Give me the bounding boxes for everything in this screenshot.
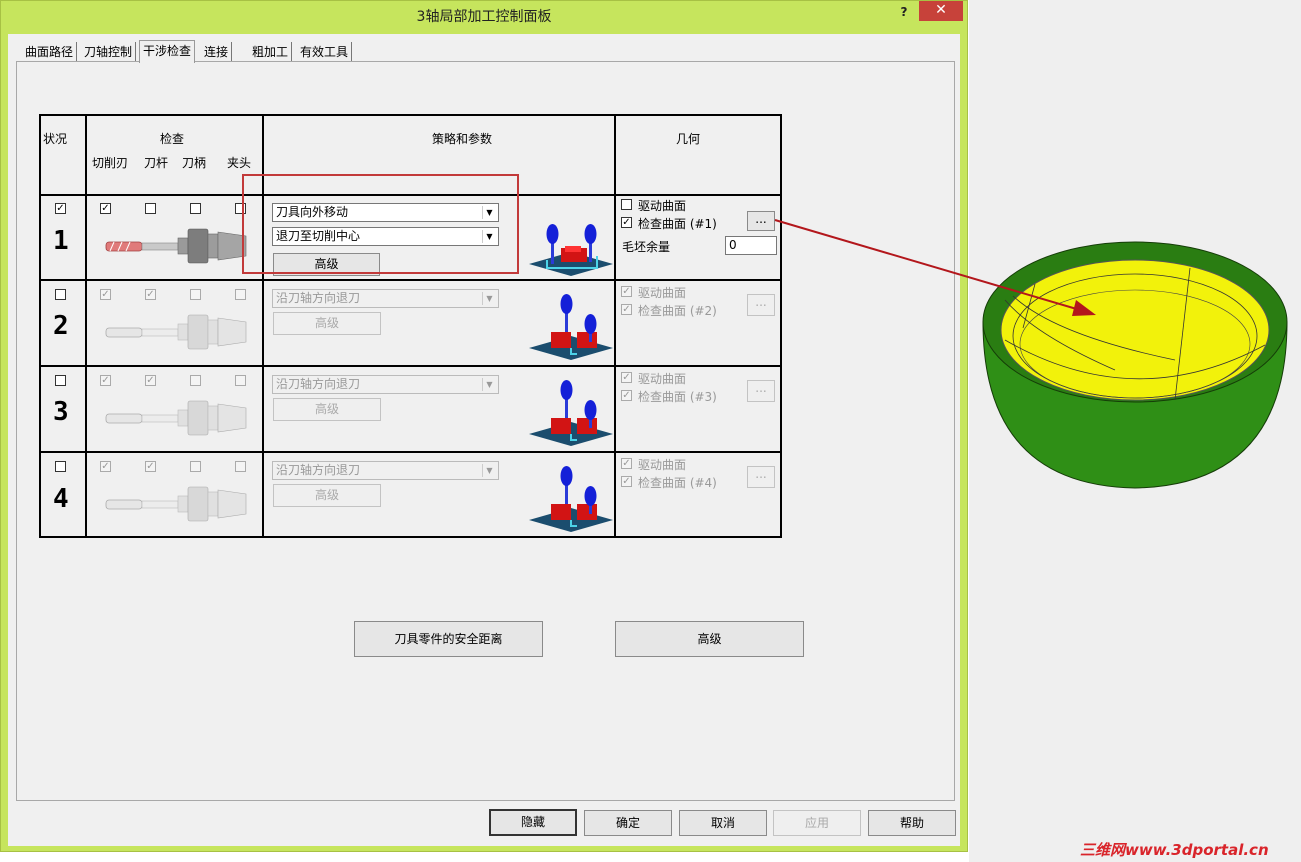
- grid-line: [39, 451, 782, 453]
- row1-drive-label: 驱动曲面: [638, 199, 687, 213]
- row4-check-cutter: ✓: [100, 461, 111, 472]
- watermark: 三维网www.3dportal.cn: [1080, 841, 1269, 859]
- row2-check-chuck: [235, 289, 246, 300]
- tool-image-inactive: [105, 314, 247, 350]
- row4-select-surface-button: ...: [747, 466, 775, 488]
- row3-strategy-value: 沿刀轴方向退刀: [276, 377, 361, 391]
- row3-drive-label: 驱动曲面: [638, 372, 687, 386]
- row4-check-shank: ✓: [145, 461, 156, 472]
- strategy-icon-row3: [529, 380, 613, 446]
- tool-image-inactive: [105, 486, 247, 522]
- row3-check-shank: ✓: [145, 375, 156, 386]
- row2-check-surface-label: 检查曲面 (#2): [638, 304, 717, 318]
- row1-status-checkbox[interactable]: ✓: [55, 203, 66, 214]
- row4-check-surface-label: 检查曲面 (#4): [638, 476, 717, 490]
- row3-strategy-select: 沿刀轴方向退刀 ▼: [272, 375, 499, 394]
- row4-drive-label: 驱动曲面: [638, 458, 687, 472]
- row3-select-surface-button: ...: [747, 380, 775, 402]
- row2-number: 2: [53, 311, 69, 341]
- strategy-icon-row4: [529, 466, 613, 532]
- row1-check-cutter[interactable]: ✓: [100, 203, 111, 214]
- grid-line: [39, 279, 782, 281]
- row4-strategy-value: 沿刀轴方向退刀: [276, 463, 361, 477]
- geometry-header: 几何: [676, 132, 701, 146]
- row3-advanced-button: 高级: [273, 398, 381, 421]
- row4-strategy-select: 沿刀轴方向退刀 ▼: [272, 461, 499, 480]
- row1-drive-checkbox[interactable]: [621, 199, 632, 210]
- clearance-distance-button[interactable]: 刀具零件的安全距离: [354, 621, 543, 657]
- status-header: 状况: [43, 132, 68, 146]
- panel-advanced-button[interactable]: 高级: [615, 621, 804, 657]
- row4-advanced-button: 高级: [273, 484, 381, 507]
- row1-check-holder[interactable]: [190, 203, 201, 214]
- row1-check-surface-label: 检查曲面 (#1): [638, 217, 717, 231]
- row2-check-surface-checkbox: ✓: [621, 304, 632, 315]
- row1-stock-label: 毛坯余量: [622, 240, 671, 254]
- sub-header-holder: 刀柄: [182, 156, 207, 170]
- row4-drive-checkbox: ✓: [621, 458, 632, 469]
- tab-roughing[interactable]: 粗加工: [249, 42, 293, 62]
- row4-status-checkbox[interactable]: [55, 461, 66, 472]
- row2-check-cutter: ✓: [100, 289, 111, 300]
- highlight-box: [242, 174, 519, 274]
- row1-number: 1: [53, 226, 69, 256]
- row2-strategy-value: 沿刀轴方向退刀: [276, 291, 361, 305]
- hide-button[interactable]: 隐藏: [489, 809, 577, 836]
- row3-check-surface-checkbox: ✓: [621, 390, 632, 401]
- row3-check-cutter: ✓: [100, 375, 111, 386]
- tool-image-inactive: [105, 400, 247, 436]
- row2-drive-label: 驱动曲面: [638, 286, 687, 300]
- row3-check-chuck: [235, 375, 246, 386]
- row3-drive-checkbox: ✓: [621, 372, 632, 383]
- row2-check-shank: ✓: [145, 289, 156, 300]
- strategy-icon-row1: [529, 224, 613, 276]
- row1-check-surface-checkbox[interactable]: ✓: [621, 217, 632, 228]
- row2-check-holder: [190, 289, 201, 300]
- row4-check-holder: [190, 461, 201, 472]
- tab-axis-control[interactable]: 刀轴控制: [81, 42, 137, 62]
- chevron-down-icon: ▼: [482, 378, 496, 391]
- apply-button: 应用: [773, 810, 861, 836]
- row4-number: 4: [53, 484, 69, 514]
- close-button[interactable]: ✕: [919, 1, 963, 21]
- cancel-button[interactable]: 取消: [679, 810, 767, 836]
- help-button[interactable]: 帮助: [868, 810, 956, 836]
- ok-button[interactable]: 确定: [584, 810, 672, 836]
- row2-advanced-button: 高级: [273, 312, 381, 335]
- window-title: 3轴局部加工控制面板: [416, 9, 552, 25]
- row4-check-chuck: [235, 461, 246, 472]
- arrow-annotation: [774, 219, 1096, 316]
- tool-image-active: [105, 228, 247, 264]
- grid-line: [39, 365, 782, 367]
- check-header: 检查: [160, 132, 185, 146]
- chevron-down-icon: ▼: [482, 292, 496, 305]
- tab-link[interactable]: 连接: [201, 42, 233, 62]
- row2-drive-checkbox: ✓: [621, 286, 632, 297]
- row3-check-holder: [190, 375, 201, 386]
- row2-status-checkbox[interactable]: [55, 289, 66, 300]
- tab-valid-tools[interactable]: 有效工具: [297, 42, 353, 62]
- help-title-button[interactable]: ?: [893, 2, 915, 22]
- strategy-icon-row2: [529, 294, 613, 360]
- row3-status-checkbox[interactable]: [55, 375, 66, 386]
- row2-strategy-select: 沿刀轴方向退刀 ▼: [272, 289, 499, 308]
- chevron-down-icon: ▼: [482, 464, 496, 477]
- sub-header-shank: 刀杆: [144, 156, 169, 170]
- row1-check-shank[interactable]: [145, 203, 156, 214]
- sub-header-cutter: 切削刃: [92, 156, 129, 170]
- row3-check-surface-label: 检查曲面 (#3): [638, 390, 717, 404]
- tab-collision-check[interactable]: 干涉检查: [139, 40, 196, 63]
- row3-number: 3: [53, 397, 69, 427]
- strategy-header: 策略和参数: [432, 132, 493, 146]
- row4-check-surface-checkbox: ✓: [621, 476, 632, 487]
- tab-surface-path[interactable]: 曲面路径: [22, 42, 78, 62]
- sub-header-chuck: 夹头: [227, 156, 252, 170]
- grid-line: [85, 114, 87, 538]
